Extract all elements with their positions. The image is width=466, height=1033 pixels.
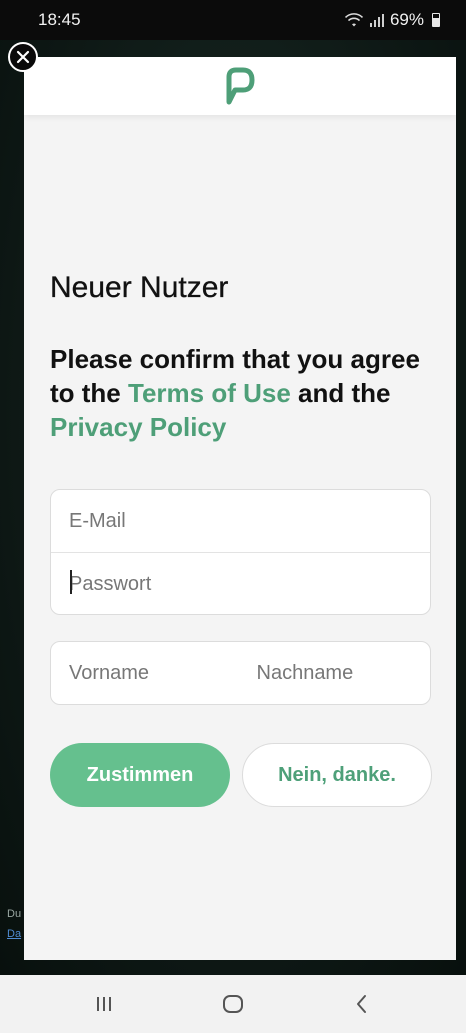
agree-button[interactable]: Zustimmen (50, 743, 230, 807)
back-icon (356, 995, 366, 1013)
status-bar: 18:45 69% (0, 0, 466, 40)
background-text: Du (7, 908, 22, 920)
close-icon (16, 50, 30, 64)
consent-text: Please confirm that you agree to the Ter… (50, 342, 440, 444)
signal-icon (369, 13, 384, 27)
home-icon (222, 995, 243, 1013)
navigation-bar (0, 975, 466, 1033)
signup-modal: Neuer Nutzer Please confirm that you agr… (24, 57, 456, 960)
consent-text-middle: and the (290, 378, 391, 408)
screen: 18:45 69% Du Da Neuer Nutzer Please conf… (0, 0, 466, 1033)
decline-button[interactable]: Nein, danke. (242, 743, 432, 807)
text-cursor (70, 570, 72, 594)
email-input[interactable] (51, 490, 430, 552)
battery-icon (432, 13, 440, 27)
background-link[interactable]: Da (7, 928, 21, 940)
privacy-policy-link[interactable]: Privacy Policy (50, 412, 226, 442)
lastname-input[interactable] (240, 642, 430, 704)
modal-header (24, 57, 456, 115)
password-input[interactable] (51, 553, 430, 614)
status-time: 18:45 (38, 10, 81, 29)
terms-of-use-link[interactable]: Terms of Use (128, 378, 291, 408)
name-fields (50, 641, 431, 705)
wifi-icon (344, 13, 364, 27)
status-icons: 69% (344, 10, 440, 30)
close-button[interactable] (8, 42, 38, 72)
recent-apps-icon (97, 997, 112, 1011)
back-button[interactable] (332, 975, 392, 1033)
p-logo-icon (226, 67, 255, 105)
battery-percent: 69% (389, 10, 424, 29)
credentials-fields (50, 489, 431, 615)
home-button[interactable] (203, 975, 263, 1033)
page-title: Neuer Nutzer (50, 271, 229, 304)
firstname-input[interactable] (51, 642, 241, 704)
recent-apps-button[interactable] (74, 975, 134, 1033)
